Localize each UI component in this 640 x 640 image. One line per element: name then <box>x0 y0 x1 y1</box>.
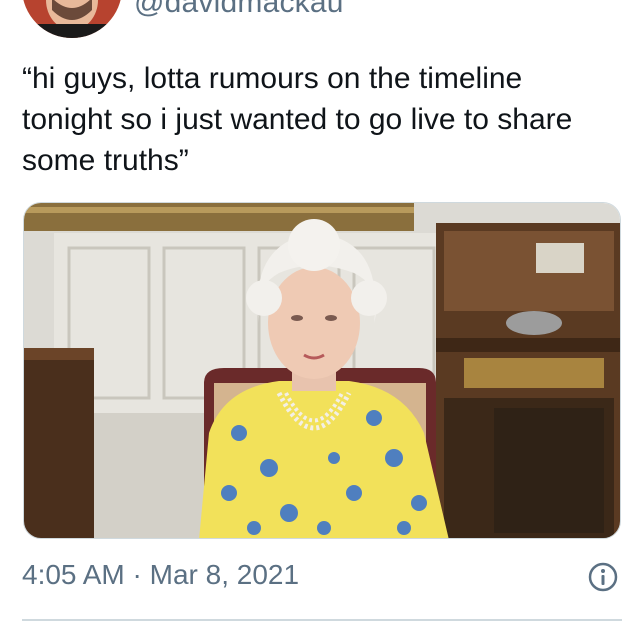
avatar[interactable] <box>22 0 122 38</box>
tweet-media-image[interactable] <box>23 202 621 539</box>
tweet-text-line: some truths” <box>22 144 189 177</box>
tweet-text-line: tonight so i just wanted to go live to s… <box>22 103 573 136</box>
tweet-card: @davidmackau “hi guys, lotta rumours on … <box>0 0 640 640</box>
tweet-date[interactable]: Mar 8, 2021 <box>150 559 299 590</box>
video-call-photo <box>24 203 620 538</box>
author-handle[interactable]: @davidmackau <box>134 0 344 20</box>
divider <box>22 619 622 621</box>
tweet-text: “hi guys, lotta rumours on the timeline … <box>22 58 618 181</box>
tweet-timestamp[interactable]: 4:05 AM · Mar 8, 2021 <box>22 559 299 591</box>
tweet-time[interactable]: 4:05 AM <box>22 559 125 590</box>
info-circle-icon[interactable] <box>587 561 619 593</box>
timestamp-separator: · <box>132 559 142 590</box>
tweet-text-line: “hi guys, lotta rumours on the timeline <box>22 62 523 95</box>
